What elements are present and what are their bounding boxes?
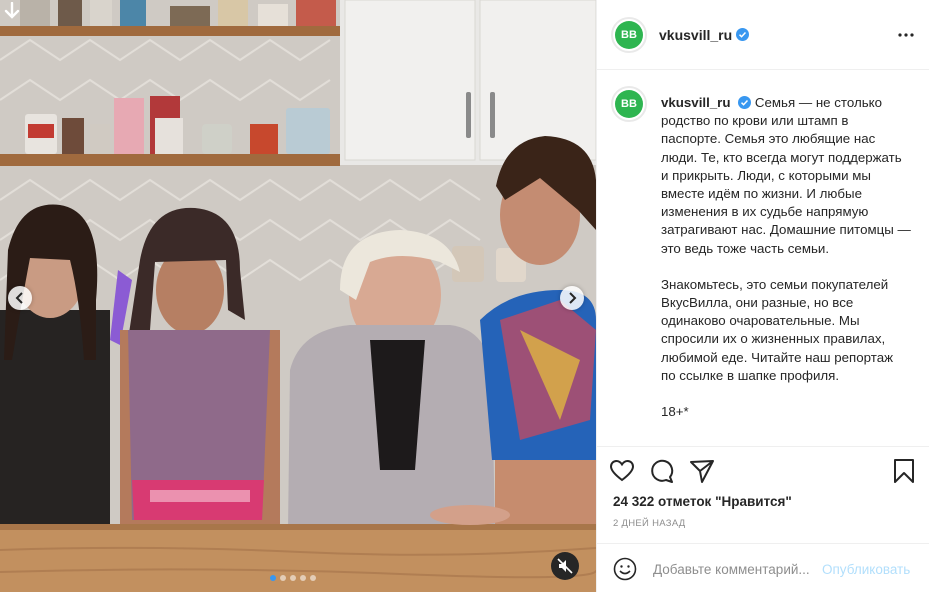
mute-icon [557,558,573,574]
username-link[interactable]: vkusvill_ru [659,27,732,43]
caption-username[interactable]: vkusvill_ru [661,95,730,110]
carousel-prev-button[interactable] [8,286,32,310]
share-icon[interactable] [689,458,715,484]
caption-text: vkusvill_ru Семья — не столько родство п… [661,94,911,421]
carousel-dot [280,575,286,581]
avatar[interactable]: ВВ [611,16,647,53]
chevron-right-icon [569,292,577,304]
post-photo [0,0,596,592]
comment-icon[interactable] [649,458,675,484]
post-date[interactable]: 2 ДНЕЙ НАЗАД [613,518,686,529]
chevron-left-icon [15,292,23,304]
publish-button[interactable]: Опубликовать [822,562,910,577]
caption-paragraph-2: Знакомьтесь, это семьи покупателей ВкусВ… [661,276,893,383]
emoji-icon[interactable] [613,557,637,581]
action-bar [609,458,919,484]
carousel-next-button[interactable] [560,286,584,310]
carousel-indicator [270,575,316,581]
download-arrow-icon[interactable] [4,2,20,22]
verified-icon [738,96,752,109]
caption-avatar[interactable]: ВВ [611,86,647,122]
avatar-logo: ВВ [615,90,643,118]
caption-tail: 18+* [661,404,689,420]
verified-icon [736,28,750,41]
heart-icon[interactable] [609,458,635,484]
carousel-dot [270,575,276,581]
post-media[interactable] [0,0,596,592]
divider [597,446,929,447]
caption-paragraph-1: Семья — не столько родство по крови или … [661,95,911,256]
more-icon[interactable] [897,26,915,44]
carousel-dot [290,575,296,581]
bookmark-icon[interactable] [891,458,917,484]
avatar-logo: ВВ [615,20,643,49]
carousel-dot [310,575,316,581]
comment-input[interactable] [653,559,818,579]
divider [597,543,929,544]
post-sidebar: ВВ vkusvill_ru ВВ vkusvill_ru Семья — не… [596,0,929,592]
post-header: ВВ vkusvill_ru [597,0,929,70]
mute-button[interactable] [551,552,579,580]
caption-area: ВВ vkusvill_ru Семья — не столько родств… [611,86,916,444]
carousel-dot [300,575,306,581]
likes-count[interactable]: 24 322 отметок "Нравится" [613,494,792,509]
